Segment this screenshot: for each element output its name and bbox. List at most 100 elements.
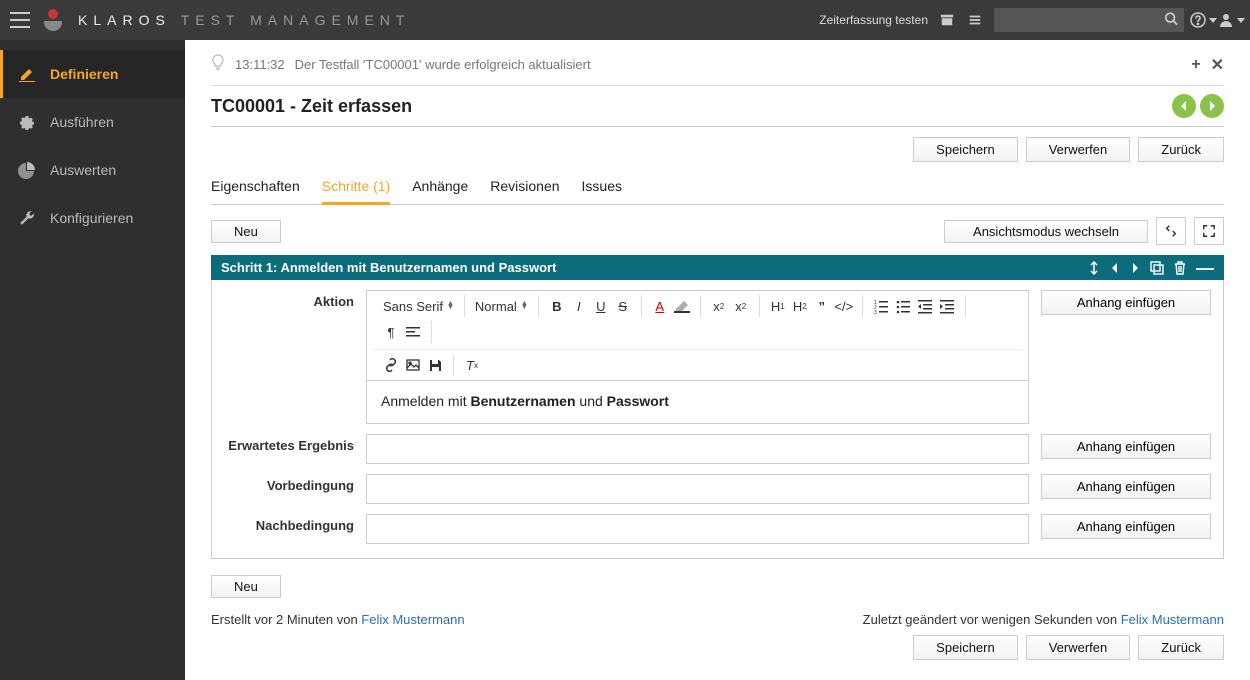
step-prev-icon[interactable]: [1110, 262, 1120, 274]
strike-button[interactable]: S: [613, 296, 633, 316]
superscript-button[interactable]: x2: [731, 296, 751, 316]
align-button[interactable]: [403, 322, 423, 342]
label-precondition: Vorbedingung: [224, 474, 354, 493]
h1-button[interactable]: H1: [768, 296, 788, 316]
step-header: Schritt 1: Anmelden mit Benutzernamen un…: [211, 255, 1224, 280]
h2-button[interactable]: H2: [790, 296, 810, 316]
underline-button[interactable]: U: [591, 296, 611, 316]
archive-icon[interactable]: [938, 11, 956, 29]
attach-button-expected[interactable]: Anhang einfügen: [1041, 434, 1211, 459]
sidebar-label: Auswerten: [50, 162, 116, 178]
chart-icon: [18, 161, 36, 179]
attach-button-postcondition[interactable]: Anhang einfügen: [1041, 514, 1211, 539]
collapse-step-icon[interactable]: —: [1196, 263, 1214, 273]
code-button[interactable]: </>: [834, 296, 854, 316]
collapse-icon[interactable]: [1156, 217, 1186, 245]
discard-button-bottom[interactable]: Verwerfen: [1026, 635, 1131, 660]
fullscreen-icon[interactable]: [1194, 217, 1224, 245]
gear-icon: [18, 113, 36, 131]
add-notification-button[interactable]: +: [1191, 56, 1200, 74]
footer-meta: Erstellt vor 2 Minuten von Felix Musterm…: [211, 612, 1224, 627]
ul-button[interactable]: [893, 296, 913, 316]
created-user-link[interactable]: Felix Mustermann: [361, 612, 464, 627]
sidebar-label: Ausführen: [50, 114, 114, 130]
tab-revisions[interactable]: Revisionen: [490, 172, 559, 204]
link-button[interactable]: [381, 355, 401, 375]
help-menu[interactable]: [1194, 11, 1212, 29]
attach-button-action[interactable]: Anhang einfügen: [1041, 290, 1211, 315]
tab-issues[interactable]: Issues: [582, 172, 622, 204]
postcondition-input[interactable]: [366, 514, 1029, 544]
main-content: 13:11:32 Der Testfall 'TC00001' wurde er…: [185, 40, 1250, 680]
paragraph-button[interactable]: ¶: [381, 322, 401, 342]
timing-link[interactable]: Zeiterfassung testen: [819, 13, 928, 27]
switch-view-button[interactable]: Ansichtsmodus wechseln: [944, 220, 1148, 243]
prev-button[interactable]: [1172, 94, 1196, 118]
font-size-select[interactable]: Normal▲▼: [473, 299, 530, 314]
copy-icon[interactable]: [1150, 261, 1164, 275]
back-button-bottom[interactable]: Zurück: [1138, 635, 1224, 660]
tabs: Eigenschaften Schritte (1) Anhänge Revis…: [211, 172, 1224, 205]
label-postcondition: Nachbedingung: [224, 514, 354, 533]
sidebar-item-execute[interactable]: Ausführen: [0, 98, 185, 146]
changed-user-link[interactable]: Felix Mustermann: [1121, 612, 1224, 627]
changed-text: Zuletzt geändert vor wenigen Sekunden vo…: [863, 612, 1121, 627]
sidebar-item-define[interactable]: Definieren: [0, 50, 185, 98]
logo-icon: [42, 9, 64, 31]
highlight-button[interactable]: [672, 296, 692, 316]
new-step-button-top[interactable]: Neu: [211, 220, 281, 243]
menu-toggle[interactable]: [10, 12, 30, 28]
step-body: Aktion Sans Serif▲▼ Normal▲▼ B: [211, 280, 1224, 559]
tab-attachments[interactable]: Anhänge: [412, 172, 468, 204]
precondition-input[interactable]: [366, 474, 1029, 504]
page-title: TC00001 - Zeit erfassen: [211, 96, 412, 117]
save-button-bottom[interactable]: Speichern: [913, 635, 1018, 660]
brand: KLAROS TEST MANAGEMENT: [78, 12, 410, 28]
label-expected: Erwartetes Ergebnis: [224, 434, 354, 453]
discard-button[interactable]: Verwerfen: [1026, 137, 1131, 162]
search-input[interactable]: [994, 8, 1184, 32]
sidebar-item-configure[interactable]: Konfigurieren: [0, 194, 185, 242]
new-step-button-bottom[interactable]: Neu: [211, 575, 281, 598]
image-button[interactable]: [403, 355, 423, 375]
move-handle-icon[interactable]: [1088, 261, 1100, 275]
list-icon[interactable]: [966, 11, 984, 29]
quote-button[interactable]: ”: [812, 296, 832, 316]
notification-text: Der Testfall 'TC00001' wurde erfolgreich…: [295, 57, 591, 72]
notification-time: 13:11:32: [235, 57, 285, 72]
sidebar-item-evaluate[interactable]: Auswerten: [0, 146, 185, 194]
sidebar-label: Definieren: [50, 66, 118, 82]
sidebar: Definieren Ausführen Auswerten Konfiguri…: [0, 40, 185, 680]
tab-steps[interactable]: Schritte (1): [322, 172, 390, 205]
step-title: Schritt 1: Anmelden mit Benutzernamen un…: [221, 260, 556, 275]
clear-format-button[interactable]: Tx: [462, 355, 482, 375]
step-next-icon[interactable]: [1130, 262, 1140, 274]
indent-button[interactable]: [937, 296, 957, 316]
action-editor: Sans Serif▲▼ Normal▲▼ B I U S: [366, 290, 1029, 424]
edit-icon: [18, 65, 36, 83]
bulb-icon: [211, 54, 225, 75]
next-button[interactable]: [1200, 94, 1224, 118]
wrench-icon: [18, 209, 36, 227]
back-button[interactable]: Zurück: [1138, 137, 1224, 162]
delete-icon[interactable]: [1174, 261, 1186, 275]
font-family-select[interactable]: Sans Serif▲▼: [381, 299, 456, 314]
svg-text:3: 3: [874, 310, 877, 316]
expected-input[interactable]: [366, 434, 1029, 464]
save-icon-button[interactable]: [425, 355, 445, 375]
italic-button[interactable]: I: [569, 296, 589, 316]
label-action: Aktion: [224, 290, 354, 309]
created-text: Erstellt vor 2 Minuten von: [211, 612, 361, 627]
tab-properties[interactable]: Eigenschaften: [211, 172, 300, 204]
save-button[interactable]: Speichern: [913, 137, 1018, 162]
attach-button-precondition[interactable]: Anhang einfügen: [1041, 474, 1211, 499]
ol-button[interactable]: 123: [871, 296, 891, 316]
notification-bar: 13:11:32 Der Testfall 'TC00001' wurde er…: [211, 54, 1224, 86]
text-color-button[interactable]: A: [650, 296, 670, 316]
bold-button[interactable]: B: [547, 296, 567, 316]
action-content[interactable]: Anmelden mit Benutzernamen und Passwort: [367, 381, 1028, 423]
close-notification-button[interactable]: ✕: [1211, 55, 1224, 75]
user-menu[interactable]: [1222, 11, 1240, 29]
outdent-button[interactable]: [915, 296, 935, 316]
subscript-button[interactable]: x2: [709, 296, 729, 316]
